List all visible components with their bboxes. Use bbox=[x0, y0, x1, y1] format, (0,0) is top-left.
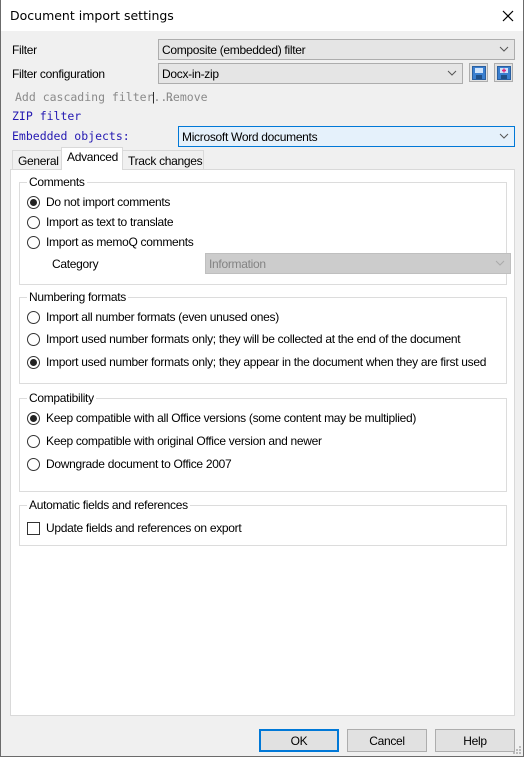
automatic-fields-group-title: Automatic fields and references bbox=[27, 498, 190, 512]
zip-filter-link[interactable]: ZIP filter bbox=[12, 109, 81, 123]
tab-track-changes[interactable]: Track changes bbox=[122, 150, 204, 170]
radio-keep-compatible-all-versions[interactable]: Keep compatible with all Office versions… bbox=[27, 411, 416, 425]
radio-import-used-collected-at-end[interactable]: Import used number formats only; they wi… bbox=[27, 332, 461, 346]
chevron-down-icon bbox=[499, 133, 509, 139]
radio-label: Import used number formats only; they wi… bbox=[46, 332, 461, 346]
radio-button bbox=[27, 355, 40, 369]
tab-track-changes-label: Track changes bbox=[128, 154, 203, 168]
radio-import-as-text[interactable]: Import as text to translate bbox=[27, 215, 174, 229]
chevron-down-icon bbox=[499, 46, 509, 52]
radio-button bbox=[27, 332, 40, 346]
close-icon bbox=[502, 10, 514, 21]
checkbox-update-fields-on-export[interactable]: Update fields and references on export bbox=[27, 521, 242, 535]
tab-advanced-label: Advanced bbox=[67, 150, 118, 164]
tab-panel-advanced: Comments Do not import comments Import a… bbox=[10, 169, 515, 716]
filter-value: Composite (embedded) filter bbox=[162, 43, 306, 57]
radio-button bbox=[27, 235, 40, 249]
radio-label: Do not import comments bbox=[46, 195, 171, 209]
filter-configuration-value: Docx-in-zip bbox=[162, 67, 219, 81]
radio-label: Import used number formats only; they ap… bbox=[46, 355, 487, 369]
radio-do-not-import-comments[interactable]: Do not import comments bbox=[27, 195, 170, 209]
help-button-label: Help bbox=[463, 733, 487, 748]
radio-label: Keep compatible with original Office ver… bbox=[46, 434, 322, 448]
radio-downgrade-office-2007[interactable]: Downgrade document to Office 2007 bbox=[27, 457, 232, 471]
category-value: Information bbox=[209, 257, 266, 271]
radio-import-used-first-used[interactable]: Import used number formats only; they ap… bbox=[27, 355, 486, 369]
save-new-configuration-icon bbox=[496, 65, 511, 80]
link-separator: | bbox=[150, 90, 157, 104]
tab-general[interactable]: General bbox=[12, 150, 62, 170]
filter-configuration-label: Filter configuration bbox=[12, 67, 105, 81]
radio-label: Keep compatible with all Office versions… bbox=[46, 411, 417, 425]
cancel-button[interactable]: Cancel bbox=[347, 729, 427, 752]
embedded-objects-value: Microsoft Word documents bbox=[182, 130, 318, 144]
filter-dropdown[interactable]: Composite (embedded) filter bbox=[158, 39, 515, 60]
radio-button bbox=[27, 215, 40, 229]
category-dropdown: Information bbox=[205, 253, 511, 274]
chevron-down-icon bbox=[447, 70, 457, 76]
dialog-window: Document import settings Filter Composit… bbox=[0, 0, 524, 757]
save-new-configuration-button[interactable] bbox=[494, 63, 513, 82]
radio-import-all-number-formats[interactable]: Import all number formats (even unused o… bbox=[27, 310, 279, 324]
remove-link[interactable]: Remove bbox=[166, 90, 208, 104]
cancel-button-label: Cancel bbox=[369, 733, 405, 748]
radio-label: Import as text to translate bbox=[46, 215, 174, 229]
comments-group: Comments Do not import comments Import a… bbox=[19, 175, 511, 285]
compatibility-group: Compatibility Keep compatible with all O… bbox=[19, 391, 507, 492]
save-configuration-icon bbox=[471, 65, 486, 80]
tab-advanced[interactable]: Advanced bbox=[61, 147, 123, 170]
numbering-formats-group-title: Numbering formats bbox=[27, 290, 128, 304]
embedded-objects-dropdown[interactable]: Microsoft Word documents bbox=[178, 126, 515, 147]
checkbox-label: Update fields and references on export bbox=[46, 521, 242, 535]
radio-button bbox=[27, 310, 40, 324]
radio-button bbox=[27, 195, 40, 209]
ok-button-label: OK bbox=[290, 733, 308, 748]
tab-general-label: General bbox=[18, 154, 59, 168]
save-configuration-button[interactable] bbox=[469, 63, 488, 82]
numbering-formats-group: Numbering formats Import all number form… bbox=[19, 290, 507, 384]
radio-button bbox=[27, 457, 40, 471]
title-bar: Document import settings bbox=[1, 0, 523, 31]
radio-keep-compatible-original[interactable]: Keep compatible with original Office ver… bbox=[27, 434, 322, 448]
resize-grip-icon[interactable] bbox=[511, 744, 521, 754]
window-title: Document import settings bbox=[10, 8, 174, 23]
radio-button bbox=[27, 411, 40, 425]
close-button[interactable] bbox=[493, 0, 523, 31]
comments-group-title: Comments bbox=[27, 175, 87, 189]
chevron-down-icon bbox=[495, 260, 505, 266]
category-label: Category bbox=[52, 257, 99, 271]
radio-import-as-memoq-comments[interactable]: Import as memoQ comments bbox=[27, 235, 194, 249]
radio-label: Downgrade document to Office 2007 bbox=[46, 457, 232, 471]
radio-label: Import all number formats (even unused o… bbox=[46, 310, 279, 324]
radio-label: Import as memoQ comments bbox=[46, 235, 194, 249]
compatibility-group-title: Compatibility bbox=[27, 391, 96, 405]
filter-label: Filter bbox=[12, 43, 37, 57]
help-button[interactable]: Help bbox=[435, 729, 515, 752]
checkbox bbox=[27, 521, 40, 535]
ok-button[interactable]: OK bbox=[259, 729, 339, 752]
embedded-objects-label: Embedded objects: bbox=[12, 129, 130, 143]
filter-configuration-dropdown[interactable]: Docx-in-zip bbox=[158, 63, 463, 84]
automatic-fields-group: Automatic fields and references Update f… bbox=[19, 498, 507, 546]
radio-button bbox=[27, 434, 40, 448]
